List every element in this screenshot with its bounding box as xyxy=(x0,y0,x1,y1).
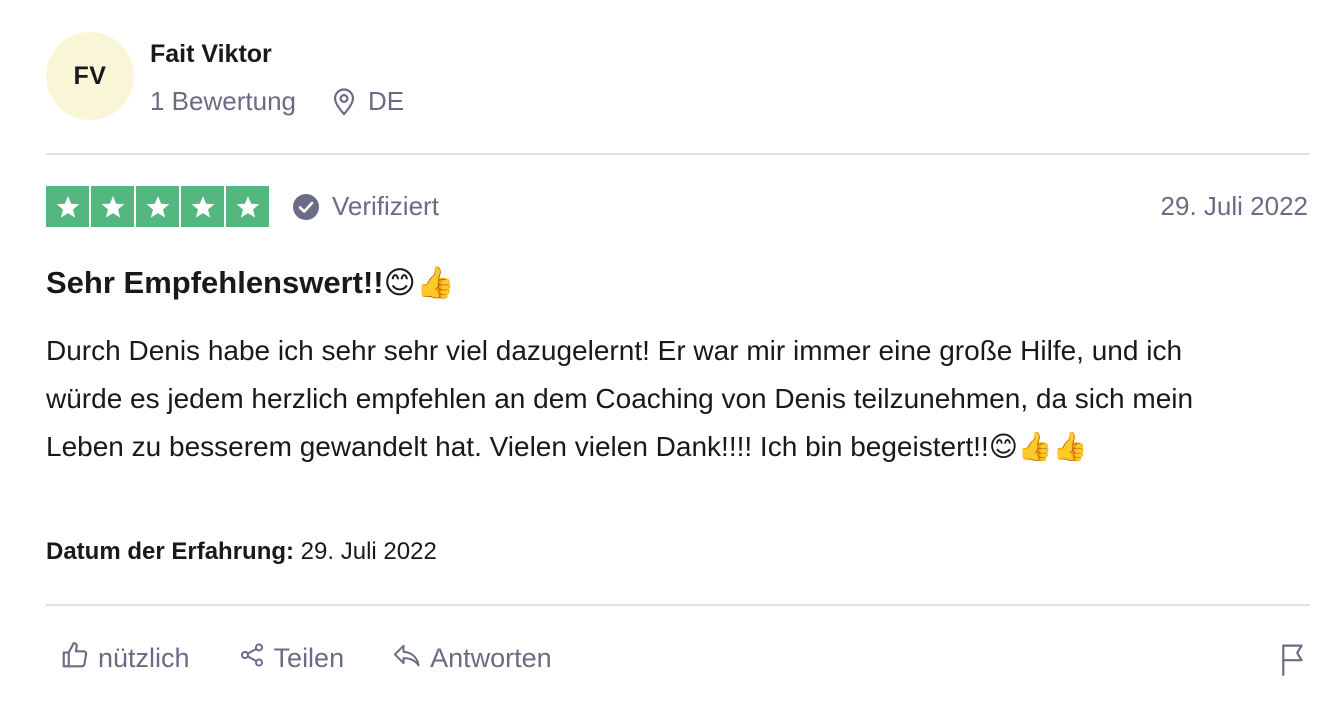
header-divider xyxy=(46,153,1310,155)
experience-date-value: 29. Juli 2022 xyxy=(294,538,437,565)
helpful-button[interactable]: nützlich xyxy=(60,640,190,677)
reply-button[interactable]: Antworten xyxy=(392,641,552,676)
star-icon xyxy=(226,186,269,227)
location-pin-icon xyxy=(332,87,356,116)
avatar[interactable]: FV xyxy=(46,32,134,120)
star-rating xyxy=(46,186,269,227)
rating-row: Verifiziert 29. Juli 2022 xyxy=(46,186,1310,228)
review-title[interactable]: Sehr Empfehlenswert!!😊👍 xyxy=(46,264,455,301)
reply-icon xyxy=(392,641,430,676)
star-icon xyxy=(136,186,179,227)
review-card: FV Fait Viktor 1 Bewertung DE Verifizier… xyxy=(46,0,1310,716)
star-icon xyxy=(181,186,224,227)
verified-check-icon xyxy=(292,193,320,221)
star-icon xyxy=(91,186,134,227)
reviewer-header: FV Fait Viktor 1 Bewertung DE xyxy=(46,32,1310,122)
helpful-label: nützlich xyxy=(98,643,190,673)
verified-badge[interactable]: Verifiziert xyxy=(292,191,439,222)
reply-label: Antworten xyxy=(430,643,552,673)
experience-date: Datum der Erfahrung: 29. Juli 2022 xyxy=(46,538,437,566)
reviewer-name[interactable]: Fait Viktor xyxy=(150,40,272,69)
review-body: Durch Denis habe ich sehr sehr viel dazu… xyxy=(46,335,1194,462)
experience-label: Datum der Erfahrung: xyxy=(46,538,295,565)
review-actions: nützlich Teilen Antworten xyxy=(60,640,600,677)
reviewer-country: DE xyxy=(367,86,405,116)
verified-label: Verifiziert xyxy=(332,191,439,221)
report-flag-icon[interactable] xyxy=(1278,642,1308,681)
share-button[interactable]: Teilen xyxy=(238,641,345,676)
share-label: Teilen xyxy=(273,643,345,673)
reviewer-meta: 1 Bewertung DE xyxy=(150,86,404,117)
star-icon xyxy=(46,186,89,227)
footer-divider xyxy=(46,604,1310,606)
review-date: 29. Juli 2022 xyxy=(1160,191,1308,221)
thumbs-up-icon xyxy=(60,640,98,677)
review-count: 1 Bewertung xyxy=(150,86,296,116)
share-icon xyxy=(238,641,274,676)
